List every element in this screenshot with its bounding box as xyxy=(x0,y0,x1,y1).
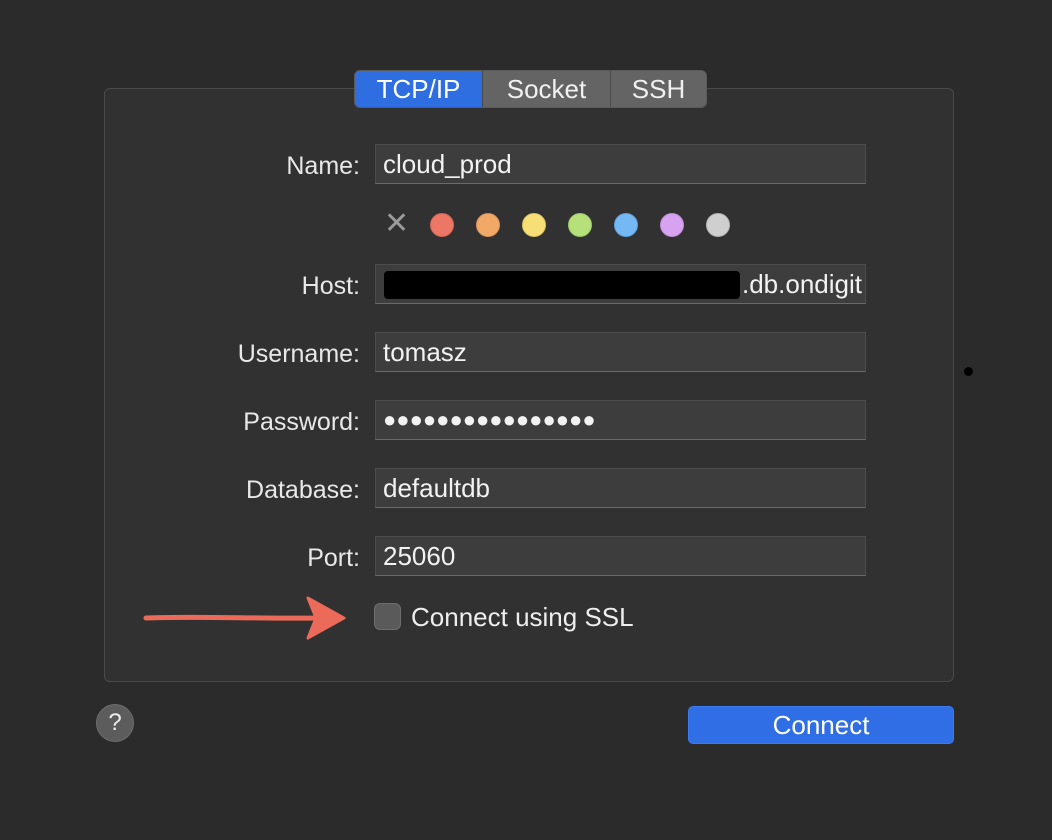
color-yellow-swatch[interactable] xyxy=(522,213,546,237)
ssl-checkbox-label[interactable]: Connect using SSL xyxy=(411,600,634,634)
name-field[interactable]: cloud_prod xyxy=(375,144,866,184)
database-label: Database: xyxy=(246,476,360,504)
name-label: Name: xyxy=(286,152,360,180)
color-green-swatch[interactable] xyxy=(568,213,592,237)
x-icon[interactable]: ✕ xyxy=(384,209,409,239)
ssl-checkbox[interactable] xyxy=(374,603,401,630)
tab-socket[interactable]: Socket xyxy=(482,71,610,107)
host-value: .db.ondigit xyxy=(742,269,862,299)
redaction-bar xyxy=(384,271,740,299)
color-gray-swatch[interactable] xyxy=(706,213,730,237)
tab-tcp-ip[interactable]: TCP/IP xyxy=(355,71,482,107)
stray-dot xyxy=(964,367,973,376)
color-red-swatch[interactable] xyxy=(430,213,454,237)
host-field[interactable]: .db.ondigit xyxy=(375,264,866,304)
help-button[interactable]: ? xyxy=(96,704,134,742)
connection-type-tabs: TCP/IP Socket SSH xyxy=(354,70,707,108)
port-field[interactable]: 25060 xyxy=(375,536,866,576)
color-purple-swatch[interactable] xyxy=(660,213,684,237)
database-field[interactable]: defaultdb xyxy=(375,468,866,508)
password-field[interactable]: ●●●●●●●●●●●●●●●● xyxy=(375,400,866,440)
username-field[interactable]: tomasz xyxy=(375,332,866,372)
color-orange-swatch[interactable] xyxy=(476,213,500,237)
password-label: Password: xyxy=(243,408,360,436)
tab-ssh[interactable]: SSH xyxy=(610,71,706,107)
connection-dialog: TCP/IP Socket SSH Name: cloud_prod ✕ Hos… xyxy=(0,0,1052,840)
port-label: Port: xyxy=(307,544,360,572)
color-blue-swatch[interactable] xyxy=(614,213,638,237)
annotation-arrow-icon xyxy=(143,596,346,640)
connect-button[interactable]: Connect xyxy=(688,706,954,744)
username-label: Username: xyxy=(237,340,360,368)
host-label: Host: xyxy=(301,272,360,300)
